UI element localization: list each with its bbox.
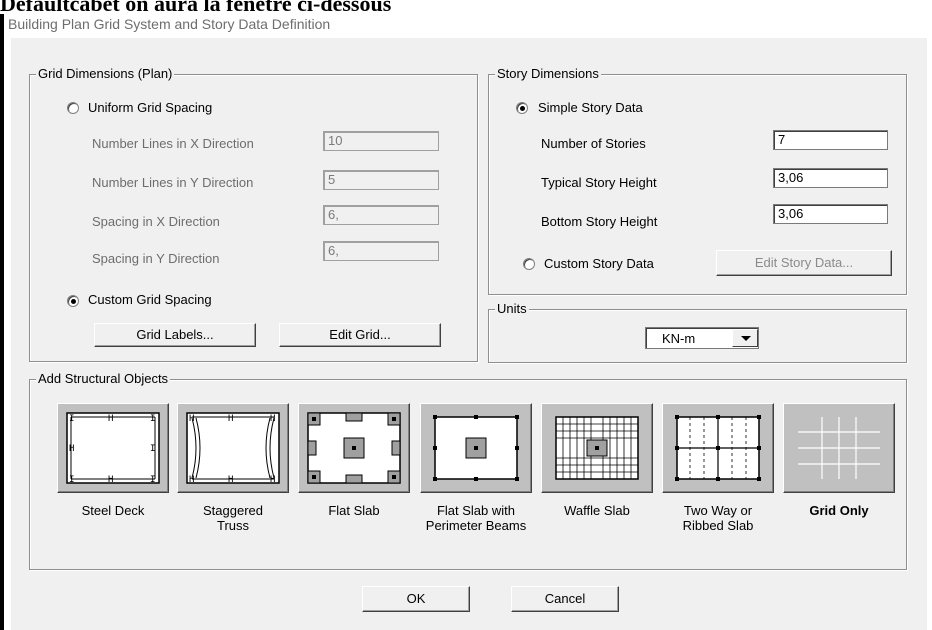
steel-deck-icon: I H I I H I H I — [66, 412, 160, 485]
lines-x-input[interactable]: 10 — [323, 131, 439, 151]
custom-story-label[interactable]: Custom Story Data — [544, 256, 654, 271]
story-dimensions-title: Story Dimensions — [495, 66, 601, 81]
steel-deck-label: Steel Deck — [53, 503, 173, 518]
steel-deck-label-line1: Steel Deck — [81, 503, 145, 518]
lines-x-label: Number Lines in X Direction — [92, 136, 254, 151]
flat-slab-icon — [307, 412, 401, 484]
cancel-button[interactable]: Cancel — [511, 586, 619, 612]
flat-slab-label-line1: Flat Slab — [328, 503, 380, 518]
svg-text:H: H — [228, 414, 233, 424]
svg-text:I: I — [150, 414, 155, 424]
edit-grid-button[interactable]: Edit Grid... — [279, 323, 441, 347]
num-stories-label: Number of Stories — [541, 136, 646, 151]
svg-text:H: H — [108, 475, 113, 485]
window-title: Building Plan Grid System and Story Data… — [8, 16, 331, 32]
chevron-down-icon — [741, 336, 751, 341]
staggered-truss-tile[interactable]: H H H H H H — [177, 403, 289, 493]
ribbed-slab-label: Two Way or Ribbed Slab — [658, 503, 778, 533]
custom-grid-radio[interactable] — [67, 295, 79, 307]
grid-only-icon — [798, 417, 880, 479]
grid-only-tile[interactable] — [783, 403, 895, 493]
flat-slab-perimeter-label-line2: Perimeter Beams — [425, 518, 527, 533]
spacing-x-input[interactable]: 6, — [323, 205, 439, 225]
flat-slab-tile[interactable] — [298, 403, 410, 493]
typical-height-input[interactable]: 3,06 — [773, 168, 888, 188]
waffle-slab-label-line1: Waffle Slab — [564, 503, 630, 518]
svg-text:I: I — [69, 414, 74, 424]
ribbed-slab-label-line2: Ribbed Slab — [682, 518, 754, 533]
uniform-grid-radio[interactable] — [67, 102, 79, 114]
svg-text:H: H — [189, 414, 194, 424]
page-caption: Défaultcabet on aura la fenêtre ci-desso… — [0, 0, 392, 16]
svg-text:H: H — [189, 475, 194, 485]
grid-only-label: Grid Only — [779, 503, 899, 518]
grid-dimensions-title: Grid Dimensions (Plan) — [36, 66, 175, 81]
flat-slab-perimeter-label: Flat Slab with Perimeter Beams — [416, 503, 536, 533]
flat-slab-perimeter-icon — [433, 415, 519, 481]
steel-deck-tile[interactable]: I H I I H I H I — [57, 403, 169, 493]
document-margin-bar — [0, 14, 4, 630]
lines-y-input[interactable]: 5 — [323, 170, 439, 190]
svg-text:I: I — [150, 444, 155, 454]
staggered-truss-icon: H H H H H H — [186, 412, 280, 485]
grid-only-label-line1: Grid Only — [809, 503, 869, 518]
svg-text:H: H — [108, 414, 113, 424]
custom-grid-label[interactable]: Custom Grid Spacing — [88, 292, 212, 307]
lines-y-label: Number Lines in Y Direction — [92, 175, 254, 190]
ribbed-slab-tile[interactable] — [662, 403, 774, 493]
simple-story-radio[interactable] — [516, 102, 528, 114]
staggered-truss-label-line1: Staggered — [203, 503, 263, 518]
bottom-height-label: Bottom Story Height — [541, 214, 658, 229]
svg-text:H: H — [270, 475, 275, 485]
staggered-truss-label-line2: Truss — [216, 518, 250, 533]
spacing-x-label: Spacing in X Direction — [92, 214, 220, 229]
edit-story-data-button[interactable]: Edit Story Data... — [716, 250, 892, 276]
units-dropdown-button[interactable] — [732, 329, 758, 347]
ribbed-slab-label-line1: Two Way or — [683, 503, 753, 518]
svg-text:H: H — [69, 444, 74, 454]
units-select-value: KN-m — [662, 331, 696, 346]
bottom-height-input[interactable]: 3,06 — [773, 204, 888, 224]
spacing-y-label: Spacing in Y Direction — [92, 251, 220, 266]
svg-text:H: H — [228, 475, 233, 485]
simple-story-label[interactable]: Simple Story Data — [538, 100, 643, 115]
structural-objects-title: Add Structural Objects — [36, 371, 171, 386]
svg-text:I: I — [150, 475, 155, 485]
uniform-grid-label[interactable]: Uniform Grid Spacing — [88, 100, 212, 115]
num-stories-input[interactable]: 7 — [773, 130, 888, 150]
waffle-slab-icon — [555, 416, 639, 480]
ok-button[interactable]: OK — [362, 586, 470, 612]
units-title: Units — [495, 301, 529, 316]
waffle-slab-label: Waffle Slab — [537, 503, 657, 518]
flat-slab-perimeter-label-line1: Flat Slab with — [436, 503, 516, 518]
staggered-truss-label: Staggered Truss — [173, 503, 293, 533]
flat-slab-label: Flat Slab — [294, 503, 414, 518]
custom-story-radio[interactable] — [523, 258, 535, 270]
units-select[interactable]: KN-m — [645, 327, 759, 349]
svg-text:I: I — [69, 475, 74, 485]
spacing-y-input[interactable]: 6, — [323, 241, 439, 261]
ribbed-slab-icon — [675, 415, 761, 481]
waffle-slab-tile[interactable] — [541, 403, 653, 493]
flat-slab-perimeter-tile[interactable] — [420, 403, 532, 493]
svg-text:H: H — [270, 414, 275, 424]
typical-height-label: Typical Story Height — [541, 175, 657, 190]
grid-labels-button[interactable]: Grid Labels... — [94, 323, 256, 347]
